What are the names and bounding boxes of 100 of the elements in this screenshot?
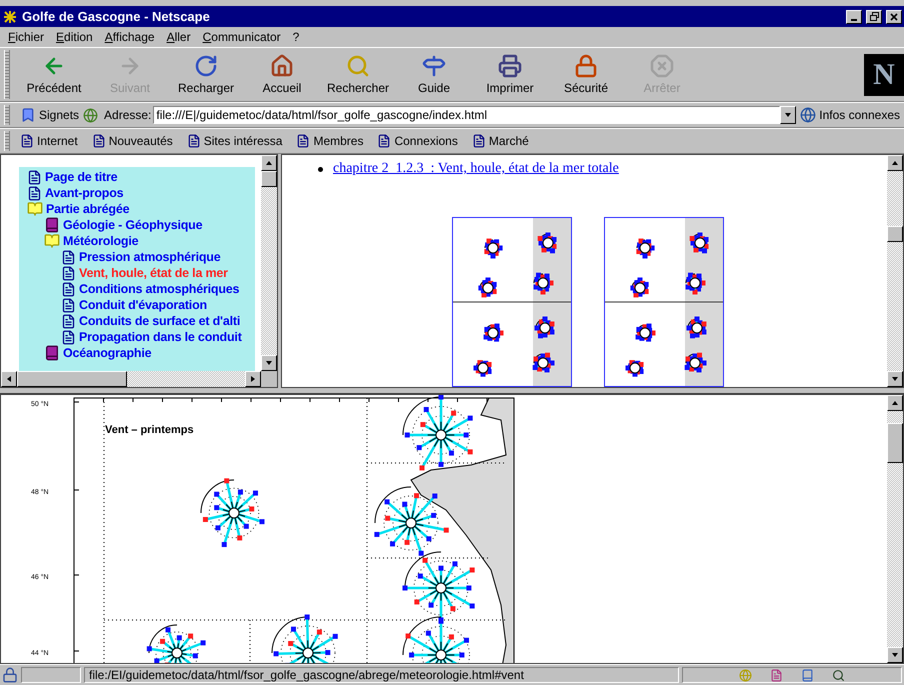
scroll-arrow-button[interactable] [887,371,903,387]
stop-icon [650,54,674,78]
scroll-arrow-button[interactable] [887,395,903,411]
security-lock-icon[interactable] [2,667,18,683]
address-label: Adresse: [104,108,152,122]
menu-item[interactable]: Communicator [202,30,281,44]
document-icon [61,250,76,264]
netscape-logo: N [864,54,904,96]
map-thumbnail[interactable] [604,217,724,387]
toolbar-button[interactable]: Guide [396,54,472,95]
toc-link[interactable]: Géologie - Géophysique [63,217,202,233]
restore-button[interactable] [866,10,882,24]
location-icon [83,108,98,122]
document-icon [27,186,42,200]
toolbar-button[interactable]: Rechercher [320,54,396,95]
minimize-icon [851,18,857,20]
toc-link[interactable]: Partie abrégée [46,201,130,217]
close-button[interactable] [886,10,902,24]
signpost-icon [422,54,446,78]
search-icon [346,54,370,78]
vertical-scrollbar[interactable] [261,155,277,387]
book-icon[interactable] [801,668,814,682]
toolbar-button[interactable]: Recharger [168,54,244,95]
toolbar-button[interactable]: Imprimer [472,54,548,95]
window-title: Golfe de Gascogne - Netscape [22,9,211,24]
toc-link[interactable]: Conduit d'évaporation [79,297,207,313]
dropdown-button[interactable] [780,106,796,124]
printer-icon [498,54,522,78]
related-links-button[interactable]: Infos connexes [796,107,904,123]
scrollbar-corner [261,371,277,387]
scroll-arrow-button[interactable] [887,647,903,663]
menu-item[interactable]: ? [292,30,300,44]
scroll-arrow-button[interactable] [887,155,903,171]
scroll-arrow-button[interactable] [261,355,277,371]
map-thumbnail[interactable] [452,217,572,387]
restore-icon [870,12,878,21]
toolbar-button[interactable]: Accueil [244,54,320,95]
menu-item[interactable]: Affichage [104,30,155,44]
menu-item[interactable]: Edition [56,30,93,44]
toolbar-grip[interactable] [4,50,10,99]
search-icon[interactable] [832,668,845,682]
bookmarks-button[interactable]: Signets [16,107,84,123]
left-triangle-icon [5,375,13,383]
down-triangle-icon [891,651,899,659]
bookmark-page-icon [20,134,34,148]
chapter-link[interactable]: chapitre 2 1.2.3 : Vent, houle, état de la mer totale [333,161,619,177]
toc-link[interactable]: Conduits de surface et d'alti [79,313,240,329]
netscape-icon [2,8,18,24]
status-text: file:/EI/guidemetoc/data/html/fsor_golfe_gascogne/abrege/meteorologie.html#vent [89,668,524,682]
toolbar-grip[interactable] [4,131,10,151]
document-icon [61,330,76,344]
scroll-thumb[interactable] [887,226,903,242]
scroll-thumb[interactable] [17,371,127,387]
bookmark-page-icon [472,134,486,148]
toc-link[interactable]: Météorologie [63,233,138,249]
toc-link[interactable]: Avant-propos [45,185,124,201]
vertical-scrollbar[interactable] [887,155,903,387]
down-triangle-icon [784,111,792,119]
vertical-scrollbar[interactable] [887,395,903,663]
menu-item[interactable]: Aller [166,30,191,44]
up-triangle-icon [265,159,273,167]
down-triangle-icon [265,359,273,367]
scroll-arrow-button[interactable] [245,371,261,387]
minimize-button[interactable] [846,10,862,24]
up-triangle-icon [891,399,899,407]
menu-item[interactable]: Fichier [8,30,44,44]
bullet-icon [318,166,323,172]
document-icon [27,170,42,184]
toc-link[interactable]: Page de titre [45,169,118,185]
scroll-thumb[interactable] [261,171,277,187]
bookmark-page-icon [377,134,392,148]
bookmark-icon [20,107,36,123]
toolbar-grip[interactable] [4,105,10,125]
toc-link[interactable]: Propagation dans le conduit [79,329,242,345]
address-field[interactable]: file:///E|/guidemetoc/data/html/fsor_golfe_gascogne/index.html [153,106,780,124]
bookmark-page-icon [186,134,201,148]
personal-toolbar-link[interactable]: Membres [292,134,368,148]
toc-link[interactable]: Conditions atmosphériques [79,281,240,297]
personal-toolbar-link[interactable]: Marché [468,134,533,148]
map-title: Vent – printemps [105,424,194,436]
personal-toolbar-link[interactable]: Nouveautés [88,134,177,148]
horizontal-scrollbar[interactable] [1,371,261,387]
document-icon [61,314,76,328]
bookmark-page-icon [296,134,310,148]
scroll-arrow-button[interactable] [1,371,17,387]
document-icon [61,298,76,312]
toolbar-button[interactable]: Précédent [16,54,92,95]
personal-toolbar-link[interactable]: Internet [16,134,82,148]
toolbar-button[interactable]: Sécurité [548,54,624,95]
scroll-thumb[interactable] [887,423,903,463]
globe-icon [800,107,816,123]
personal-toolbar-link[interactable]: Connexions [373,134,462,148]
document-icon[interactable] [770,668,783,682]
document-icon [61,266,76,280]
padlock-icon [574,54,598,78]
toc-link[interactable]: Océanographie [63,345,152,361]
personal-toolbar-link[interactable]: Sites intéressa [182,134,286,148]
toc-link[interactable]: Pression atmosphérique [79,249,220,265]
scroll-arrow-button[interactable] [261,155,277,171]
document-icon [61,282,76,296]
